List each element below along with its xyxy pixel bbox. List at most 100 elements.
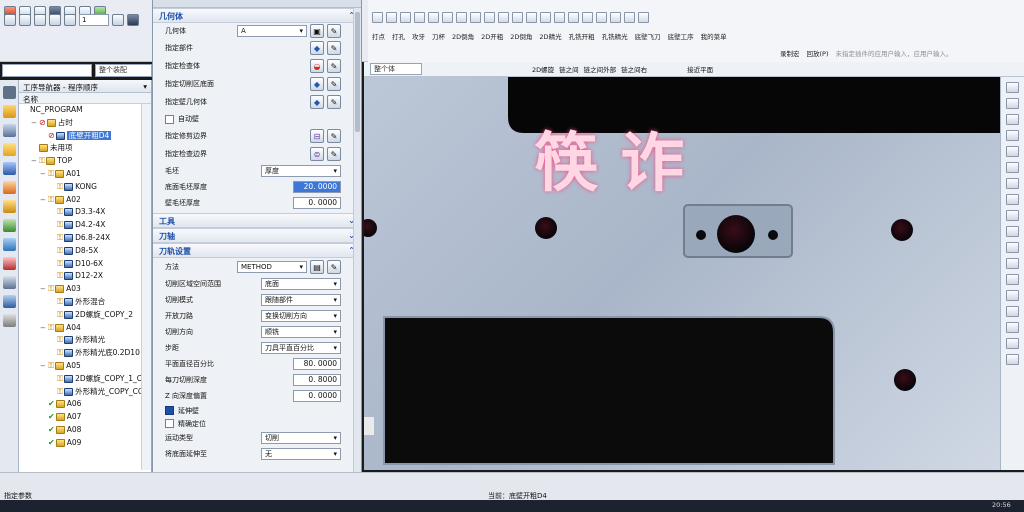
quick-op-5[interactable]: 2D开粗 (481, 31, 503, 41)
pan-icon[interactable] (1006, 130, 1019, 141)
path-section-header[interactable]: 刀轨设置 ⌃ (153, 243, 361, 258)
shaded-icon[interactable] (1006, 146, 1019, 157)
tree-row[interactable]: ⊘ 底壁开粗D4 (19, 130, 151, 143)
select-floor-icon[interactable]: ◆ (310, 77, 324, 91)
operation-nav-icon[interactable] (2, 162, 16, 175)
tree-row[interactable]: ⚿ 外形精光底0.2D10 (19, 347, 151, 360)
sub-item-0[interactable]: 2D螺旋 (532, 64, 554, 74)
precise-checkbox[interactable] (165, 419, 174, 428)
iso-view-icon[interactable] (1006, 226, 1019, 237)
display-wall-icon[interactable]: ✎ (327, 95, 341, 109)
graphics-viewport[interactable]: 筷 诈 筷 诈 (364, 77, 1000, 470)
edit-icon[interactable] (540, 11, 551, 23)
program-icon[interactable] (414, 11, 425, 23)
extend-floor-select[interactable]: 无 ▾ (261, 448, 341, 460)
tree-row[interactable]: − ⚿ A04 (19, 322, 151, 335)
color-icon[interactable] (1006, 306, 1019, 317)
record-macro-label[interactable]: 录制宏 (780, 48, 800, 58)
percent-input[interactable]: 80. 0000 (293, 358, 341, 370)
body-scope-select[interactable]: 整个体 (370, 63, 422, 75)
feedrate-icon[interactable] (512, 11, 523, 23)
measure-distance-icon[interactable] (1006, 290, 1019, 301)
quick-op-2[interactable]: 攻牙 (412, 31, 425, 41)
tree-row[interactable]: ✔ A06 (19, 398, 151, 411)
system-material-icon[interactable] (2, 276, 16, 289)
blank-select[interactable]: 厚度 ▾ (261, 165, 341, 177)
camera-icon[interactable] (638, 11, 649, 23)
method-select[interactable]: METHOD ▾ (237, 261, 307, 273)
quick-op-9[interactable]: 孔铣精光 (602, 31, 628, 41)
tree-row[interactable]: − ⊘ 占时 (19, 117, 151, 130)
select-wall-icon[interactable]: ◆ (310, 95, 324, 109)
rotate-icon[interactable] (1006, 114, 1019, 125)
quick-op-10[interactable]: 底壁飞刀 (635, 31, 661, 41)
geometry-section-header[interactable]: 几何体 ⌃ (153, 8, 361, 23)
select-part-icon[interactable]: ◆ (310, 41, 324, 55)
method-icon[interactable] (400, 11, 411, 23)
tool-section-header[interactable]: 工具 ⌄ (153, 213, 361, 228)
fit-icon[interactable] (1006, 82, 1019, 93)
depth-input[interactable]: 0. 8000 (293, 374, 341, 386)
layer-settings-icon[interactable] (112, 14, 124, 26)
floor-stock-input[interactable]: 20. 0000 (293, 181, 341, 193)
tree-row[interactable]: ⚿ D4.2-4X (19, 219, 151, 232)
quick-op-7[interactable]: 2D精光 (539, 31, 561, 41)
display-check-icon[interactable]: ✎ (327, 59, 341, 73)
playback-label[interactable]: 回放(P) (807, 48, 829, 58)
cut-mode-select[interactable]: 跟随部件 ▾ (261, 294, 341, 306)
new-geometry-icon[interactable]: ▣ (310, 24, 324, 38)
tree-row[interactable]: ⚿ 2D螺旋_COPY_1_C... (19, 373, 151, 386)
edit-geometry-icon[interactable]: ✎ (327, 24, 341, 38)
direction-select[interactable]: 顺铣 ▾ (261, 326, 341, 338)
measure-icon[interactable] (610, 11, 621, 23)
sub-item-2[interactable]: 链之间外部 (584, 64, 617, 74)
top-view-icon[interactable] (1006, 194, 1019, 205)
constraint-nav-icon[interactable] (2, 124, 16, 137)
assembly-nav-icon[interactable] (2, 105, 16, 118)
delete-icon[interactable] (64, 14, 76, 26)
tree-row[interactable]: ⚿ 外形精光_COPY_CO... (19, 386, 151, 399)
tree-row[interactable]: ✔ A07 (19, 411, 151, 424)
assembly-scope-select[interactable]: 整个装配 (95, 64, 152, 77)
tree-row[interactable]: ⚿ KONG (19, 181, 151, 194)
undo-icon[interactable] (4, 14, 16, 26)
edit-method-icon[interactable]: ✎ (327, 260, 341, 274)
name-column-header[interactable]: 名称 (19, 93, 151, 104)
roles-icon[interactable] (2, 314, 16, 327)
quick-op-11[interactable]: 底壁工序 (668, 31, 694, 41)
pin-icon[interactable]: ▾ (143, 82, 147, 91)
sub-item-4[interactable]: 接近平面 (687, 64, 713, 74)
tree-row[interactable]: − ⚿ TOP (19, 155, 151, 168)
tree-toggle-icon[interactable]: − (40, 194, 48, 207)
layer-settings-icon[interactable] (1006, 322, 1019, 333)
analysis-icon[interactable] (596, 11, 607, 23)
part-nav-icon[interactable] (2, 143, 16, 156)
tree-row[interactable]: ⚿ D3.3-4X (19, 206, 151, 219)
tree-toggle-icon[interactable]: − (40, 168, 48, 181)
hd3d-icon[interactable] (2, 219, 16, 232)
process-studio-icon[interactable] (2, 295, 16, 308)
list-icon[interactable] (498, 11, 509, 23)
wireframe-icon[interactable] (1006, 162, 1019, 173)
shopdoc-icon[interactable] (470, 11, 481, 23)
motion-select[interactable]: 切削 ▾ (261, 432, 341, 444)
display-icon[interactable] (127, 14, 139, 26)
zoom-icon[interactable] (1006, 98, 1019, 109)
copy-icon[interactable] (34, 14, 46, 26)
tree-row[interactable]: ⚿ 外形混合 (19, 296, 151, 309)
tree-row[interactable]: ⚿ D6.8-24X (19, 232, 151, 245)
select-trim-icon[interactable]: ⊟ (310, 129, 324, 143)
quick-op-3[interactable]: 刀杯 (432, 31, 445, 41)
select-check-icon[interactable]: ◒ (310, 59, 324, 73)
quick-op-0[interactable]: 打点 (372, 31, 385, 41)
postprocess-icon[interactable] (456, 11, 467, 23)
paste-icon[interactable] (49, 14, 61, 26)
region-select[interactable]: 底面 ▾ (261, 278, 341, 290)
quick-op-8[interactable]: 孔铣开粗 (569, 31, 595, 41)
tool-icon[interactable] (372, 11, 383, 23)
redo-icon[interactable] (19, 14, 31, 26)
tree-row[interactable]: ⚿ D8-5X (19, 245, 151, 258)
sub-item-3[interactable]: 链之间右 (621, 64, 647, 74)
tree-toggle-icon[interactable]: − (31, 155, 39, 168)
display-check-bound-icon[interactable]: ✎ (327, 147, 341, 161)
